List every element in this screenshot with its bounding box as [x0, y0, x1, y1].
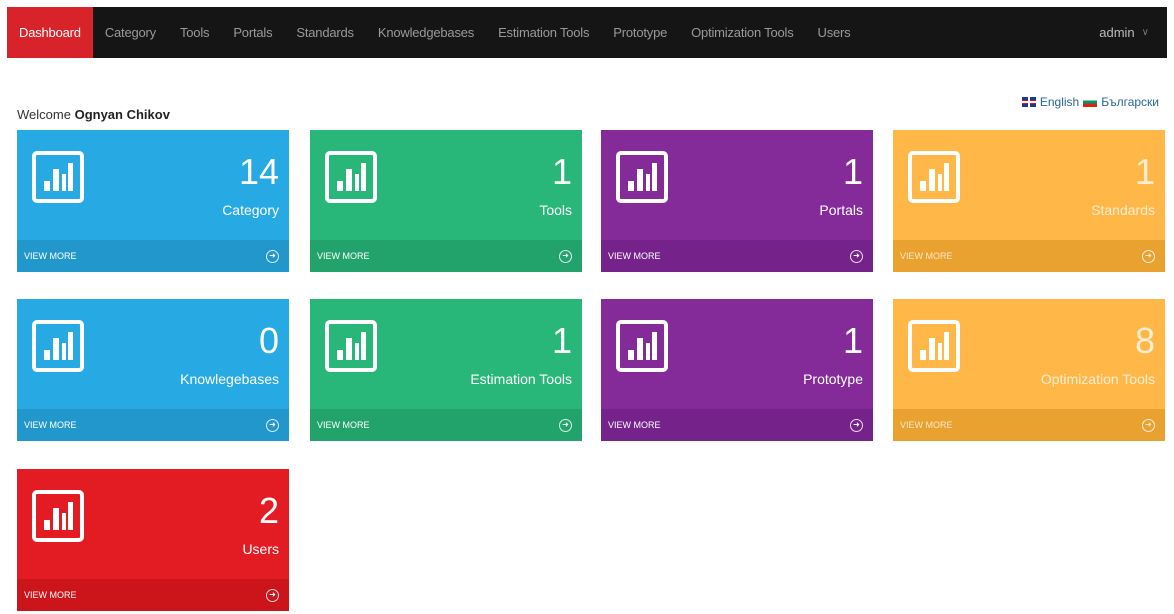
bar-chart-icon	[616, 151, 668, 203]
arrow-right-circle-icon: ➜	[559, 249, 572, 263]
bar-chart-icon	[32, 490, 84, 542]
card-count: 1	[551, 151, 572, 192]
view-more-link[interactable]: VIEW MORE ➜	[310, 240, 582, 272]
arrow-right-circle-icon: ➜	[266, 418, 279, 432]
nav-tools[interactable]: Tools	[168, 7, 221, 58]
card-label: Standards	[1091, 202, 1155, 218]
view-more-link[interactable]: VIEW MORE ➜	[17, 409, 289, 441]
view-more-label: VIEW MORE	[24, 251, 77, 261]
stat-card-knowledgebases: 0 Knowlegebases VIEW MORE ➜	[17, 299, 289, 441]
view-more-label: VIEW MORE	[608, 420, 661, 430]
card-count: 0	[258, 320, 279, 361]
card-label: Knowlegebases	[180, 371, 279, 387]
nav-prototype[interactable]: Prototype	[601, 7, 679, 58]
view-more-label: VIEW MORE	[24, 420, 77, 430]
welcome-text: Welcome Ognyan Chikov	[17, 107, 170, 122]
view-more-label: VIEW MORE	[317, 251, 370, 261]
stat-card-users: 2 Users VIEW MORE ➜	[17, 469, 289, 611]
card-label: Tools	[539, 202, 572, 218]
view-more-link[interactable]: VIEW MORE ➜	[601, 240, 873, 272]
arrow-right-circle-icon: ➜	[850, 249, 863, 263]
bar-chart-icon	[616, 320, 668, 372]
stat-card-estimation-tools: 1 Estimation Tools VIEW MORE ➜	[310, 299, 582, 441]
view-more-link[interactable]: VIEW MORE ➜	[893, 240, 1165, 272]
view-more-label: VIEW MORE	[900, 420, 953, 430]
stat-card-prototype: 1 Prototype VIEW MORE ➜	[601, 299, 873, 441]
card-label: Portals	[819, 202, 863, 218]
language-bulgarian-link[interactable]: Български	[1101, 95, 1159, 109]
arrow-right-circle-icon: ➜	[1142, 418, 1155, 432]
nav-users[interactable]: Users	[806, 7, 863, 58]
view-more-link[interactable]: VIEW MORE ➜	[310, 409, 582, 441]
card-count: 1	[842, 151, 863, 192]
nav-portals[interactable]: Portals	[221, 7, 284, 58]
view-more-label: VIEW MORE	[608, 251, 661, 261]
arrow-right-circle-icon: ➜	[850, 418, 863, 432]
arrow-right-circle-icon: ➜	[1142, 249, 1155, 263]
view-more-link[interactable]: VIEW MORE ➜	[601, 409, 873, 441]
nav-knowledgebases[interactable]: Knowledgebases	[366, 7, 486, 58]
bar-chart-icon	[325, 320, 377, 372]
stat-card-portals: 1 Portals VIEW MORE ➜	[601, 130, 873, 272]
bar-chart-icon	[32, 320, 84, 372]
card-label: Optimization Tools	[1040, 371, 1155, 387]
chevron-down-icon: ∨	[1141, 27, 1149, 38]
card-count: 1	[551, 320, 572, 361]
bar-chart-icon	[325, 151, 377, 203]
welcome-user-name: Ognyan Chikov	[74, 107, 170, 122]
view-more-label: VIEW MORE	[24, 590, 77, 600]
bar-chart-icon	[32, 151, 84, 203]
card-count: 1	[842, 320, 863, 361]
nav-optimization-tools[interactable]: Optimization Tools	[679, 7, 805, 58]
welcome-prefix: Welcome	[17, 107, 71, 122]
arrow-right-circle-icon: ➜	[266, 588, 279, 602]
card-label: Prototype	[803, 371, 863, 387]
card-label: Estimation Tools	[470, 371, 572, 387]
nav-dashboard[interactable]: Dashboard	[7, 7, 93, 58]
card-count: 14	[238, 151, 279, 192]
nav-estimation-tools[interactable]: Estimation Tools	[486, 7, 601, 58]
arrow-right-circle-icon: ➜	[559, 418, 572, 432]
nav-standards[interactable]: Standards	[284, 7, 365, 58]
card-label: Users	[242, 541, 279, 557]
card-count: 8	[1134, 320, 1155, 361]
arrow-right-circle-icon: ➜	[266, 249, 279, 263]
top-navbar: Dashboard Category Tools Portals Standar…	[7, 7, 1167, 58]
bar-chart-icon	[908, 151, 960, 203]
language-switcher: English Български	[1021, 95, 1159, 109]
view-more-label: VIEW MORE	[317, 420, 370, 430]
nav-category[interactable]: Category	[93, 7, 168, 58]
uk-flag-icon	[1021, 97, 1036, 107]
view-more-link[interactable]: VIEW MORE ➜	[17, 579, 289, 611]
stat-card-standards: 1 Standards VIEW MORE ➜	[893, 130, 1165, 272]
user-menu[interactable]: admin ∨	[1089, 7, 1167, 58]
view-more-link[interactable]: VIEW MORE ➜	[893, 409, 1165, 441]
stat-card-optimization-tools: 8 Optimization Tools VIEW MORE ➜	[893, 299, 1165, 441]
language-english-link[interactable]: English	[1040, 95, 1079, 109]
bulgaria-flag-icon	[1083, 97, 1098, 107]
stat-card-tools: 1 Tools VIEW MORE ➜	[310, 130, 582, 272]
stat-card-category: 14 Category VIEW MORE ➜	[17, 130, 289, 272]
card-count: 1	[1134, 151, 1155, 192]
bar-chart-icon	[908, 320, 960, 372]
view-more-label: VIEW MORE	[900, 251, 953, 261]
card-count: 2	[258, 490, 279, 531]
user-name: admin	[1099, 25, 1135, 40]
card-label: Category	[222, 202, 279, 218]
view-more-link[interactable]: VIEW MORE ➜	[17, 240, 289, 272]
